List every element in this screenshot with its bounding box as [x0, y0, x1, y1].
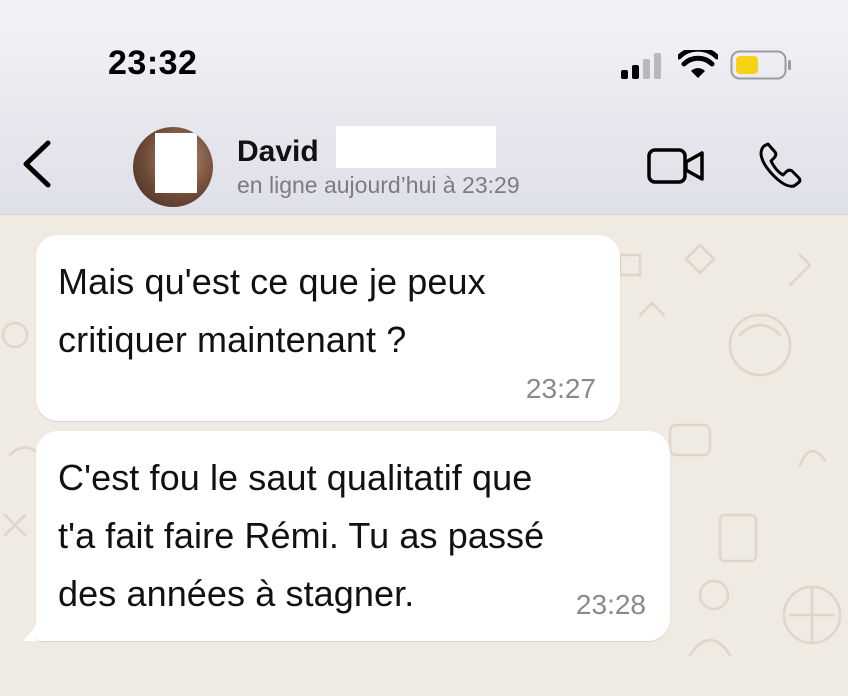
message-text: C'est fou le saut qualitatif que t'a fai…	[58, 457, 545, 614]
message-bubble-received[interactable]: Mais qu'est ce que je peux critiquer mai…	[36, 235, 620, 421]
top-bar: 23:32 David en ligne aujourd’hui à 23:29	[0, 0, 848, 215]
status-time: 23:32	[108, 44, 198, 82]
contact-status: en ligne aujourd’hui à 23:29	[237, 172, 520, 198]
cellular-signal-icon	[621, 53, 661, 79]
message-bubble-received[interactable]: C'est fou le saut qualitatif que t'a fai…	[36, 431, 670, 641]
contact-name[interactable]: David	[237, 135, 319, 169]
phone-icon[interactable]	[756, 140, 802, 188]
video-camera-icon[interactable]	[646, 146, 706, 186]
wifi-icon	[678, 50, 718, 78]
avatar[interactable]	[133, 127, 213, 207]
back-chevron-icon[interactable]	[18, 138, 56, 190]
battery-icon	[730, 50, 791, 80]
avatar-redaction	[155, 133, 197, 193]
message-time: 23:28	[575, 589, 646, 620]
message-time: 23:27	[525, 373, 596, 404]
message-text: Mais qu'est ce que je peux critiquer mai…	[58, 261, 486, 360]
name-redaction	[336, 126, 496, 168]
chat-area[interactable]: Mais qu'est ce que je peux critiquer mai…	[0, 215, 848, 696]
